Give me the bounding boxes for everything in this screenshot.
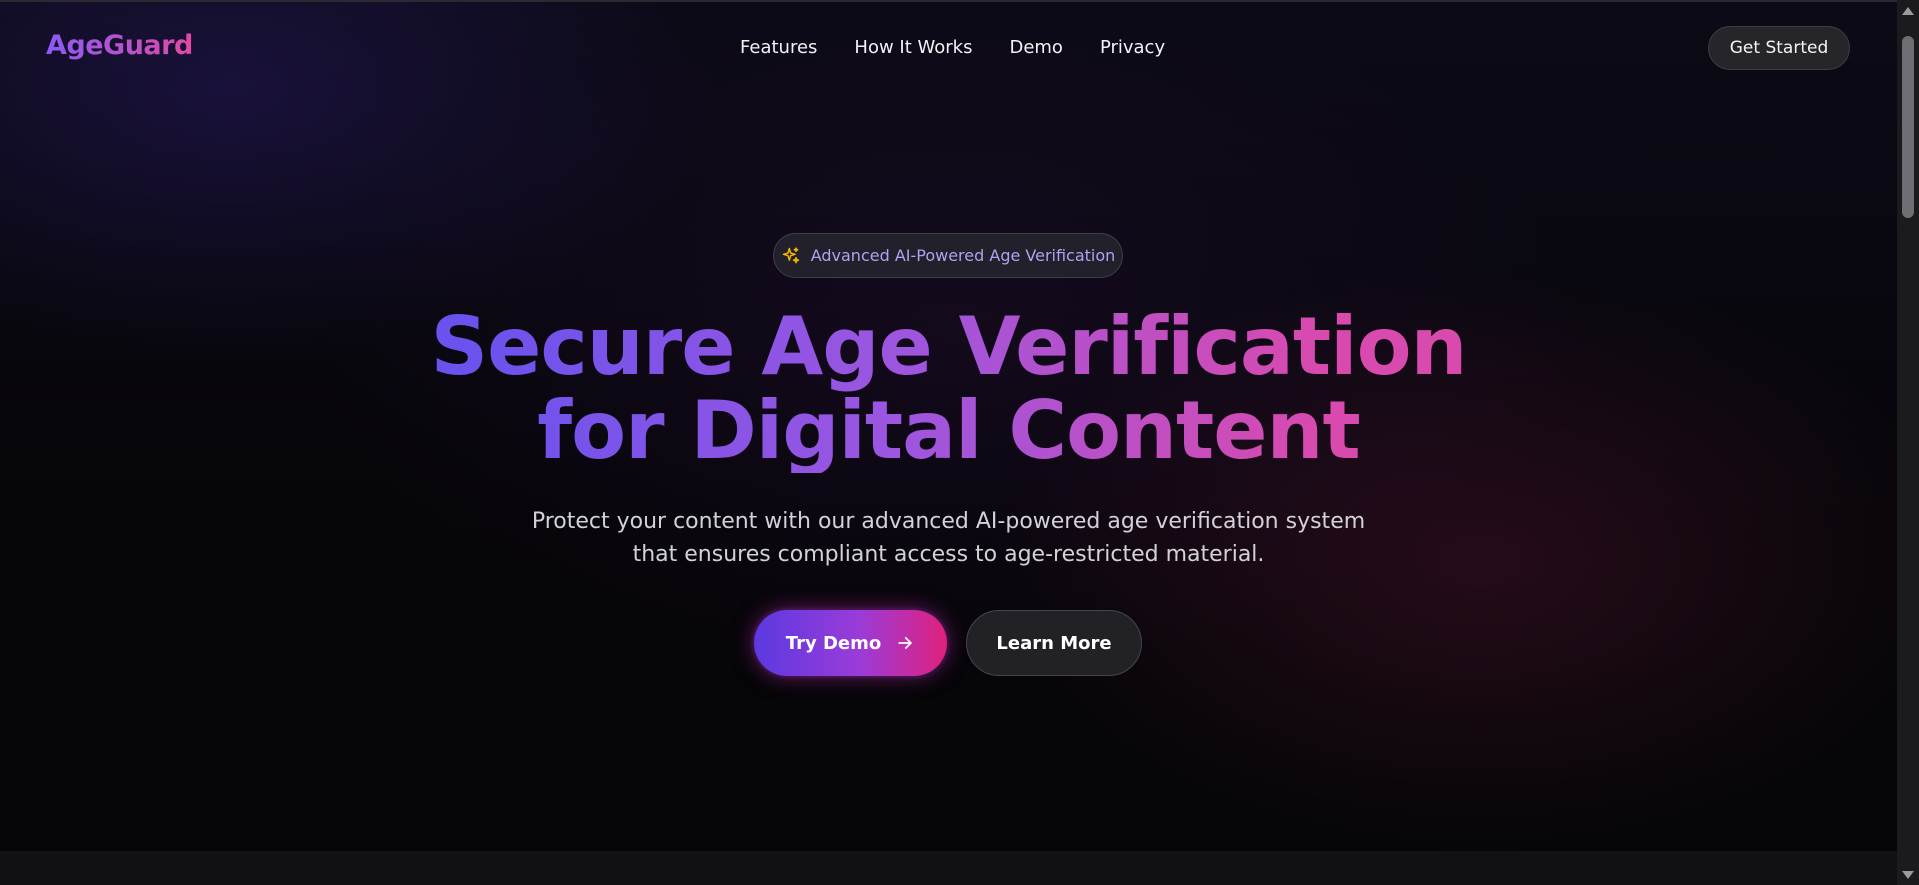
scrollbar-thumb[interactable] (1902, 36, 1914, 218)
scroll-up-button[interactable] (1897, 2, 1919, 20)
landing-page: AgeGuard Features How It Works Demo Priv… (0, 0, 1897, 885)
hero-badge: Advanced AI-Powered Age Verification (773, 233, 1123, 278)
sparkles-icon (782, 246, 799, 263)
scroll-down-button[interactable] (1897, 866, 1919, 884)
badge-text: Advanced AI-Powered Age Verification (810, 246, 1116, 265)
nav-link-how-it-works[interactable]: How It Works (854, 37, 972, 58)
headline-line-1: Secure Age Verification (430, 300, 1467, 393)
hero-subtitle: Protect your content with our advanced A… (460, 505, 1437, 571)
subtitle-line-2: that ensures compliant access to age-res… (632, 542, 1265, 567)
nav-link-privacy[interactable]: Privacy (1100, 37, 1165, 58)
page-scrollbar[interactable] (1897, 0, 1919, 885)
learn-more-button[interactable]: Learn More (966, 610, 1142, 676)
chevron-up-icon (1902, 7, 1914, 15)
nav-link-features[interactable]: Features (740, 37, 817, 58)
nav-link-demo[interactable]: Demo (1009, 37, 1062, 58)
main-nav: Features How It Works Demo Privacy (740, 37, 1165, 58)
headline-line-2: for Digital Content (537, 384, 1360, 477)
get-started-button[interactable]: Get Started (1708, 26, 1850, 70)
subtitle-line-1: Protect your content with our advanced A… (531, 509, 1366, 534)
chevron-down-icon (1902, 871, 1914, 879)
browser-viewport: AgeGuard Features How It Works Demo Priv… (0, 0, 1919, 885)
try-demo-button[interactable]: Try Demo (754, 610, 947, 676)
arrow-right-icon (898, 637, 912, 649)
try-demo-label: Try Demo (785, 632, 882, 654)
brand-logo[interactable]: AgeGuard (46, 30, 193, 61)
hero-headline: Secure Age Verification for Digital Cont… (360, 305, 1537, 473)
top-border (0, 0, 1897, 2)
next-section-edge (0, 851, 1897, 885)
